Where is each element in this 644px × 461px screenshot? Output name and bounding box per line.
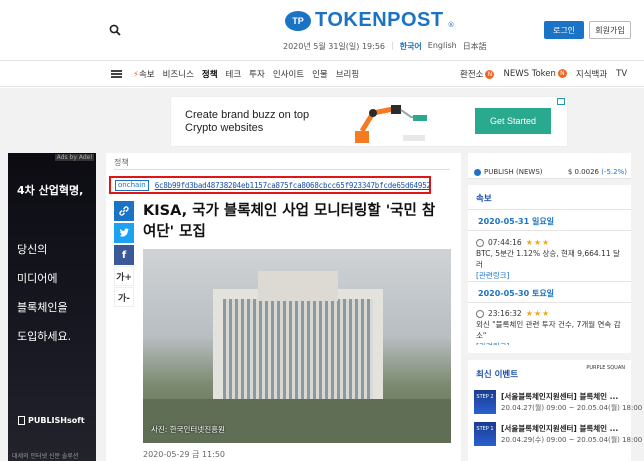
brand-logo-icon bbox=[18, 416, 25, 425]
token-ticker[interactable]: PUBLISH (NEWS) $ 0.0026 (-5.2%) bbox=[468, 153, 631, 179]
nav-invest[interactable]: 투자 bbox=[249, 68, 265, 80]
breaking-news-box: 속보 2020-05-31 일요일 07:44:16 ★★★ BTC, 5분간 1… bbox=[468, 185, 631, 353]
search-icon[interactable] bbox=[109, 24, 121, 36]
ad-headline: 4차 산업혁명, bbox=[17, 184, 84, 197]
related-link[interactable]: [관련링크] bbox=[476, 270, 626, 281]
join-button[interactable]: 회원가입 bbox=[589, 21, 631, 39]
day-header: 2020-05-30 토요일 bbox=[468, 281, 631, 303]
importance-stars: ★★★ bbox=[525, 309, 551, 318]
nav-categories: ⚡속보 비즈니스 정책 테크 투자 인사이트 인물 브리핑 bbox=[133, 68, 359, 80]
nav-people[interactable]: 인물 bbox=[312, 68, 328, 80]
ticker-value: $ 0.0026 (-5.2%) bbox=[567, 168, 627, 176]
nav-tech[interactable]: 테크 bbox=[226, 68, 242, 80]
ad-brand: PUBLISHsoft bbox=[18, 416, 85, 425]
robot-arm-illustration bbox=[355, 105, 427, 143]
lang-korean[interactable]: 한국어 bbox=[400, 41, 422, 52]
clock-icon bbox=[476, 238, 484, 247]
ads-by-label: Ads by Adel bbox=[54, 154, 94, 161]
divider: | bbox=[391, 41, 394, 50]
event-thumbnail: STEP 1 bbox=[474, 422, 496, 446]
event-date: 20.04.29(수) 09:00 ~ 20.05.04(월) 18:00 bbox=[501, 436, 643, 444]
nav-dictionary[interactable]: 지식백과 bbox=[576, 68, 607, 80]
article-title: KISA, 국가 블록체인 사업 모니터링할 '국민 참여단' 모집 bbox=[143, 203, 436, 240]
twitter-icon[interactable] bbox=[114, 223, 134, 243]
banner-text: Create brand buzz on top Crypto websites bbox=[185, 109, 310, 134]
breaking-item[interactable]: 07:44:16 ★★★ BTC, 5분간 1.12% 상승, 현재 9,664.… bbox=[476, 237, 626, 281]
nav-briefing[interactable]: 브리핑 bbox=[336, 68, 359, 80]
new-badge: N bbox=[557, 69, 567, 78]
adchoices-icon[interactable] bbox=[557, 98, 565, 105]
nav-policy[interactable]: 정책 bbox=[202, 68, 218, 80]
current-date: 2020년 5월 31일(일) 19:56 bbox=[283, 42, 385, 51]
login-button[interactable]: 로그인 bbox=[544, 21, 584, 39]
banner-ad[interactable]: Create brand buzz on top Crypto websites… bbox=[170, 96, 568, 147]
lang-english[interactable]: English bbox=[428, 41, 457, 52]
event-date: 20.04.27(월) 09:00 ~ 20.05.04(월) 18:00 bbox=[501, 404, 643, 412]
lang-japanese[interactable]: 日本語 bbox=[463, 41, 487, 52]
events-title[interactable]: 최신 이벤트 bbox=[476, 368, 518, 380]
link-copy-icon[interactable] bbox=[114, 201, 134, 221]
facebook-icon[interactable]: f bbox=[114, 245, 134, 265]
nav-business[interactable]: 비즈니스 bbox=[163, 68, 194, 80]
date-language-bar: 2020년 5월 31일(일) 19:56 | 한국어 English 日本語 bbox=[283, 41, 487, 52]
nav-services: 환전소 N NEWS Token N 지식백과 TV bbox=[460, 68, 627, 80]
article-panel: 정책 onchain 6c8b99fd3bad48738204eb1157ca8… bbox=[106, 153, 461, 461]
nav-insight[interactable]: 인사이트 bbox=[273, 68, 304, 80]
onchain-badge: onchain bbox=[115, 179, 149, 191]
ad-line-2: 미디어에 bbox=[17, 272, 58, 285]
building-top bbox=[258, 271, 338, 301]
divider bbox=[114, 169, 450, 170]
logo-mark: TP bbox=[285, 10, 311, 31]
nav-exchange[interactable]: 환전소 N bbox=[460, 68, 495, 80]
coin-icon bbox=[474, 168, 481, 176]
article-photo: 사진: 한국인터넷진흥원 bbox=[143, 249, 451, 443]
font-increase-button[interactable]: 가+ bbox=[114, 266, 134, 286]
breaking-item[interactable]: 23:16:32 ★★★ 외신 "블록체인 관련 투자 건수, 7개월 연속 감소… bbox=[476, 308, 626, 345]
event-item[interactable]: STEP 1 [서울블록체인지원센터] 블록체인 ... 20.04.29(수)… bbox=[474, 422, 642, 448]
ad-line-4: 도입하세요. bbox=[17, 330, 72, 343]
event-partner-logo: PURPLE SQUAN bbox=[586, 365, 625, 371]
new-badge: N bbox=[485, 70, 495, 79]
nav-tv[interactable]: TV bbox=[616, 69, 627, 79]
ad-line-1: 당신의 bbox=[17, 243, 48, 256]
nav-breaking[interactable]: ⚡속보 bbox=[133, 68, 155, 80]
get-started-button[interactable]: Get Started bbox=[475, 108, 551, 134]
top-header: TP TOKENPOST ® 2020년 5월 31일(일) 19:56 | 한… bbox=[0, 0, 644, 60]
breaking-title[interactable]: 속보 bbox=[476, 192, 492, 204]
main-nav: ⚡속보 비즈니스 정책 테크 투자 인사이트 인물 브리핑 환전소 N NEWS … bbox=[0, 60, 644, 87]
photo-caption: 사진: 한국인터넷진흥원 bbox=[151, 425, 225, 434]
publish-date: 2020-05-29 금 11:50 bbox=[143, 450, 225, 459]
ad-footer: 대세의 인터넷 신문 솔루션 bbox=[12, 453, 79, 460]
day-header: 2020-05-31 일요일 bbox=[468, 209, 631, 231]
event-title: [서울블록체인지원센터] 블록체인 ... bbox=[501, 424, 619, 433]
event-item[interactable]: STEP 2 [서울블록체인지원센터] 블록체인 ... 20.04.27(월)… bbox=[474, 390, 642, 416]
ad-line-3: 블록체인을 bbox=[17, 301, 68, 314]
onchain-hash-box: onchain 6c8b99fd3bad48738204eb1157ca875f… bbox=[109, 176, 431, 194]
onchain-hash-link[interactable]: 6c8b99fd3bad48738204eb1157ca875fca8068cb… bbox=[155, 181, 431, 190]
latest-events-box: 최신 이벤트 PURPLE SQUAN STEP 2 [서울블록체인지원센터] … bbox=[468, 360, 642, 461]
registered-icon: ® bbox=[447, 20, 455, 29]
menu-icon[interactable] bbox=[111, 70, 122, 78]
related-link[interactable]: [관련링크] bbox=[476, 341, 626, 345]
clock-icon bbox=[476, 309, 484, 318]
nav-news-token[interactable]: NEWS Token N bbox=[503, 69, 567, 79]
importance-stars: ★★★ bbox=[525, 238, 551, 247]
article-category[interactable]: 정책 bbox=[114, 157, 129, 168]
site-logo[interactable]: TP TOKENPOST ® bbox=[285, 9, 455, 32]
font-decrease-button[interactable]: 가- bbox=[114, 287, 134, 307]
ticker-name: PUBLISH (NEWS) bbox=[474, 168, 543, 176]
left-skyscraper-ad[interactable]: Ads by Adel 4차 산업혁명, 당신의 미디어에 블록체인을 도입하세… bbox=[8, 153, 96, 461]
trees bbox=[143, 399, 451, 443]
event-thumbnail: STEP 2 bbox=[474, 390, 496, 414]
event-title: [서울블록체인지원센터] 블록체인 ... bbox=[501, 392, 619, 401]
building-windows bbox=[223, 299, 373, 409]
logo-text: TOKENPOST bbox=[315, 9, 444, 31]
